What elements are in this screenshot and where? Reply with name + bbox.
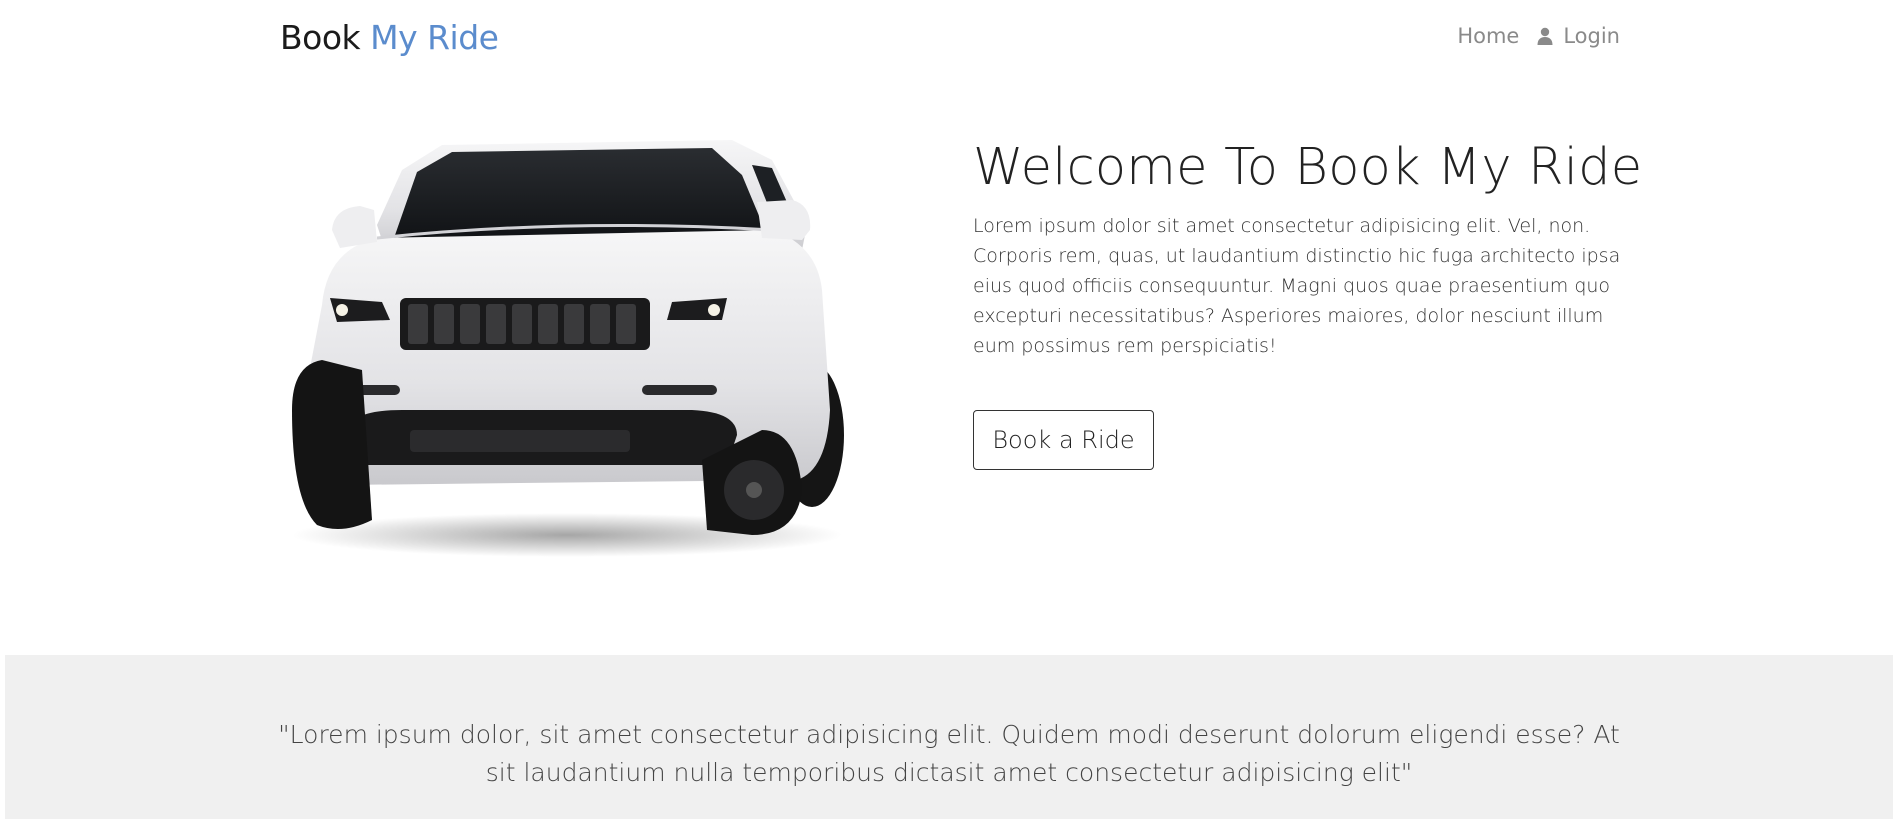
suv-car-image (292, 140, 844, 557)
hero-title: Welcome To Book My Ride (973, 138, 1643, 197)
hero-description: Lorem ipsum dolor sit amet consectetur a… (973, 215, 1621, 357)
nav-links: Home Login (1457, 24, 1620, 48)
nav-login-link[interactable]: Login (1537, 24, 1620, 48)
nav-home-link[interactable]: Home (1457, 24, 1519, 48)
brand-name-part1: Book (280, 18, 361, 57)
nav-home-label: Home (1457, 24, 1520, 48)
brand-name-part2: My Ride (370, 18, 499, 57)
testimonial-quote: "Lorem ipsum dolor, sit amet consectetur… (278, 720, 1620, 787)
navbar: Book My Ride Home Login (0, 0, 1893, 76)
book-a-ride-button[interactable]: Book a Ride (973, 410, 1154, 470)
brand-logo[interactable]: Book My Ride (280, 18, 499, 57)
user-icon (1537, 27, 1553, 45)
testimonial-section: "Lorem ipsum dolor, sit amet consectetur… (5, 655, 1893, 819)
nav-login-label: Login (1563, 24, 1620, 48)
